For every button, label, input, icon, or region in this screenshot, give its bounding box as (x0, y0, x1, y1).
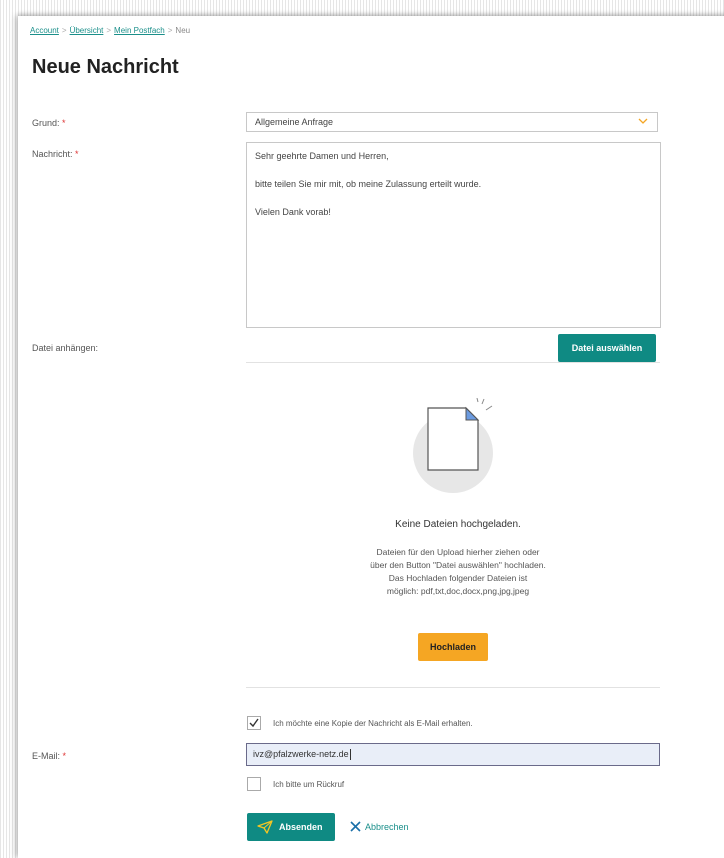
upload-hint-line: möglich: pdf,txt,doc,docx,png,jpg,jpeg (386, 586, 530, 596)
breadcrumb-uebersicht[interactable]: Übersicht (70, 26, 104, 35)
submit-button[interactable]: Absenden (247, 813, 335, 841)
copy-checkbox-label[interactable]: Ich möchte eine Kopie der Nachricht als … (273, 719, 473, 728)
page: Account > Übersicht > Mein Postfach > Neu Neue… (18, 16, 724, 858)
email-label-text: E-Mail: (32, 751, 61, 761)
submit-button-label: Absenden (279, 822, 323, 832)
required-marker: * (62, 751, 67, 761)
upload-hint-line: Das Hochladen folgender Dateien ist (388, 573, 528, 583)
message-label: Nachricht: * (32, 149, 79, 159)
breadcrumb-separator: > (106, 26, 112, 35)
divider (246, 687, 660, 688)
upload-button[interactable]: Hochladen (418, 633, 488, 661)
email-field-value: ivz@pfalzwerke-netz.de (253, 749, 349, 759)
breadcrumb-postfach[interactable]: Mein Postfach (114, 26, 165, 35)
check-icon (249, 718, 259, 728)
required-marker: * (62, 118, 66, 128)
reason-label: Grund: * (32, 118, 66, 128)
breadcrumb: Account > Übersicht > Mein Postfach > Neu (30, 26, 190, 35)
callback-checkbox[interactable] (247, 777, 261, 791)
chevron-down-icon (637, 115, 649, 130)
message-textarea[interactable]: Sehr geehrte Damen und Herren, bitte tei… (246, 142, 661, 328)
divider (246, 362, 660, 363)
close-icon (350, 821, 361, 834)
reason-label-text: Grund: (32, 118, 60, 128)
callback-checkbox-label[interactable]: Ich bitte um Rückruf (273, 780, 344, 789)
upload-hint-line: Dateien für den Upload hierher ziehen od… (376, 547, 540, 557)
required-marker: * (75, 149, 79, 159)
message-line: Sehr geehrte Damen und Herren, (255, 151, 389, 161)
email-field[interactable]: ivz@pfalzwerke-netz.de (246, 743, 660, 766)
breadcrumb-separator: > (167, 26, 173, 35)
upload-hint: Dateien für den Upload hierher ziehen od… (318, 546, 598, 598)
message-line: Vielen Dank vorab! (255, 207, 331, 217)
choose-file-button[interactable]: Datei auswählen (558, 334, 656, 362)
breadcrumb-account[interactable]: Account (30, 26, 59, 35)
document-icon (424, 397, 494, 483)
paper-plane-icon (257, 820, 273, 836)
no-files-title: Keine Dateien hochgeladen. (395, 519, 521, 530)
cancel-link[interactable]: Abbrechen (350, 821, 409, 834)
email-label: E-Mail: * (32, 751, 66, 761)
message-line: bitte teilen Sie mir mit, ob meine Zulas… (255, 179, 482, 189)
upload-hint-line: über den Button "Datei auswählen" hochla… (370, 560, 546, 570)
copy-checkbox[interactable] (247, 716, 261, 730)
breadcrumb-separator: > (61, 26, 67, 35)
attach-label: Datei anhängen: (32, 343, 99, 353)
cancel-link-label: Abbrechen (365, 821, 409, 832)
reason-select-value: Allgemeine Anfrage (255, 117, 334, 127)
message-label-text: Nachricht: (32, 149, 73, 159)
text-cursor (349, 749, 351, 761)
breadcrumb-current: Neu (175, 26, 191, 35)
reason-select[interactable]: Allgemeine Anfrage (246, 112, 658, 132)
page-title: Neue Nachricht (32, 56, 179, 78)
